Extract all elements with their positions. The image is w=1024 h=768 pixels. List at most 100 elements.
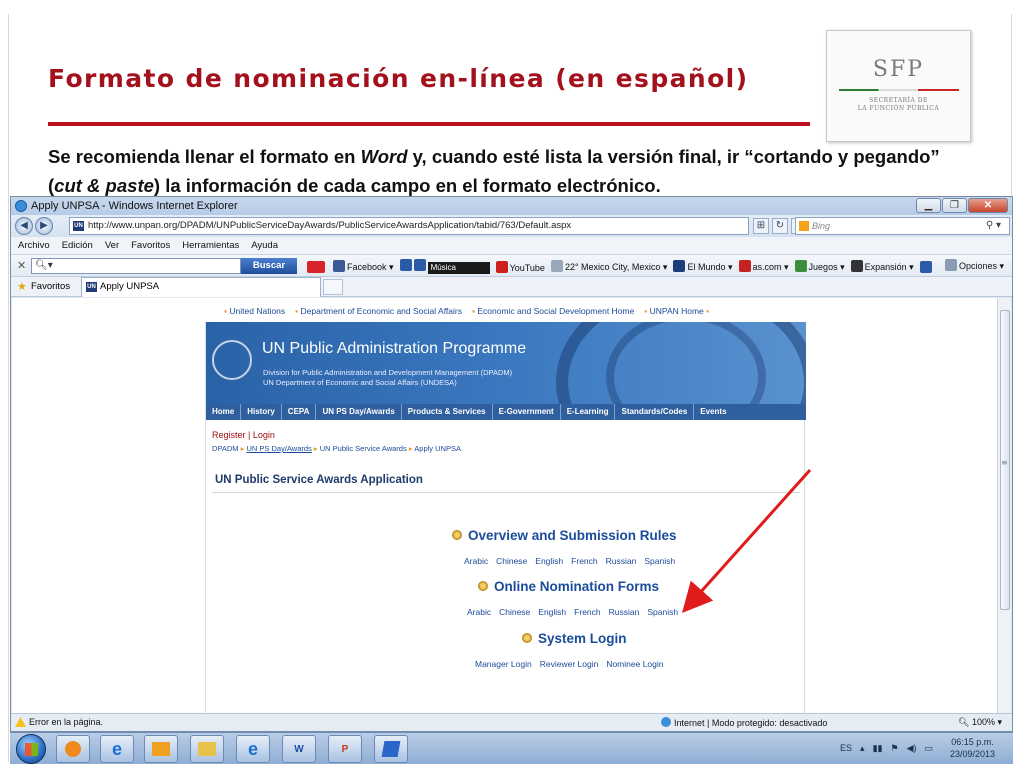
menu-home[interactable]: Home [206, 404, 242, 420]
close-button[interactable]: ✕ [968, 198, 1008, 213]
language-indicator[interactable]: ES [840, 743, 852, 754]
menu-products[interactable]: Products & Services [402, 404, 493, 420]
network-icon[interactable]: ▮▮ [873, 743, 883, 754]
forward-icon[interactable]: ▶ [35, 217, 53, 235]
menu-events[interactable]: Events [694, 404, 732, 420]
more-icon[interactable] [919, 260, 934, 273]
nomination-lang-link[interactable]: Russian [609, 607, 640, 617]
expansion-label: Expansión [864, 262, 907, 272]
overview-lang-link[interactable]: Arabic [464, 556, 488, 566]
outlook-icon[interactable] [144, 735, 178, 763]
back-icon[interactable]: ◀ [15, 217, 33, 235]
tray-arrow-icon[interactable]: ▴ [860, 743, 865, 754]
word-icon[interactable]: W [282, 735, 316, 763]
compat-view-icon[interactable]: ⊞ [753, 218, 769, 234]
address-input[interactable]: UN http://www.unpan.org/DPADM/UNPublicSe… [69, 217, 749, 235]
search-icon[interactable]: ⚲ ▾ [986, 218, 1001, 234]
bing-search-input[interactable]: Bing ⚲ ▾ [795, 217, 1010, 235]
menu-favoritos[interactable]: Favoritos [131, 240, 170, 251]
manager-login-link[interactable]: Manager Login [475, 659, 532, 669]
menu-psday[interactable]: UN PS Day/Awards [316, 404, 402, 420]
refresh-icon[interactable]: ↻ [772, 218, 788, 234]
expansion-button[interactable]: Expansión ▾ [850, 260, 914, 273]
warning-icon[interactable] [15, 717, 26, 727]
ascom-icon [738, 260, 751, 272]
menu-herramientas[interactable]: Herramientas [182, 240, 239, 251]
unpan-favicon: UN [86, 282, 97, 292]
register-link[interactable]: Register [212, 430, 246, 440]
facebook-button[interactable]: Facebook ▾ [333, 260, 394, 273]
notepad-icon[interactable] [374, 735, 408, 763]
crumb-dpadm[interactable]: DPADM [212, 444, 239, 453]
login-link[interactable]: Login [253, 430, 275, 440]
weather-button[interactable]: 22° Mexico City, Mexico ▾ [550, 260, 667, 273]
section-login-title[interactable]: System Login [522, 631, 627, 646]
section-overview-title[interactable]: Overview and Submission Rules [452, 528, 677, 543]
overview-lang-link[interactable]: French [571, 556, 597, 566]
favorites-star-icon[interactable]: ★ [17, 280, 27, 293]
nomination-lang-link[interactable]: Arabic [467, 607, 491, 617]
body-word: Word [360, 146, 408, 167]
nomination-lang-link[interactable]: French [574, 607, 600, 617]
opciones-button[interactable]: Opciones ▾ [944, 259, 1004, 272]
menu-elearning[interactable]: E-Learning [561, 404, 616, 420]
reviewer-login-link[interactable]: Reviewer Login [540, 659, 599, 669]
nomination-spanish-link[interactable]: Spanish [647, 607, 678, 617]
vertical-scrollbar[interactable]: ≡ [997, 298, 1011, 714]
new-tab-button[interactable] [323, 279, 343, 295]
menu-edicion[interactable]: Edición [62, 240, 93, 251]
topnav-item[interactable]: ▪ Economic and Social Development Home [472, 306, 634, 316]
flag-icon[interactable]: ⚑ [890, 743, 898, 754]
volume-icon[interactable]: ◀) [907, 743, 917, 754]
battery-icon[interactable]: ▭ [924, 743, 933, 754]
youtube-button[interactable]: YouTube [495, 260, 545, 273]
overview-lang-link[interactable]: English [535, 556, 563, 566]
youtube-icon [495, 260, 508, 273]
menu-standards[interactable]: Standards/Codes [615, 404, 695, 420]
section-nomination-title[interactable]: Online Nomination Forms [478, 579, 659, 594]
maximize-button[interactable]: ❐ [942, 198, 967, 213]
ascom-button[interactable]: as.com ▾ [738, 260, 789, 273]
media-player-icon[interactable] [56, 735, 90, 763]
toolbar-search-input[interactable]: 🔍︎▾ [31, 258, 241, 274]
start-button[interactable] [16, 734, 46, 764]
opciones-label: Opciones [958, 261, 997, 271]
zoom-level[interactable]: 🔍︎ 100% ▾ [958, 717, 1002, 728]
status-error[interactable]: Error en la página. [29, 717, 103, 727]
menu-archivo[interactable]: Archivo [18, 240, 50, 251]
overview-lang-link[interactable]: Spanish [644, 556, 675, 566]
topnav-item[interactable]: ▪ United Nations [224, 306, 285, 316]
buscar-button[interactable]: Buscar [241, 258, 297, 274]
ie-active-window-icon[interactable]: e [236, 735, 270, 763]
ie-taskbar-icon[interactable]: e [100, 735, 134, 763]
clock[interactable]: 06:15 p.m. 23/09/2013 [950, 736, 995, 760]
title-underline [48, 122, 810, 126]
crumb-awards[interactable]: UN Public Service Awards [320, 444, 407, 453]
juegos-button[interactable]: Juegos ▾ [794, 260, 845, 273]
explorer-folder-icon[interactable] [190, 735, 224, 763]
overview-lang-link[interactable]: Chinese [496, 556, 527, 566]
crumb-psday[interactable]: UN PS Day/Awards [246, 444, 311, 453]
ask-toolbar: ✕ 🔍︎▾ Buscar Facebook ▾ Música YouTube 2… [11, 255, 1012, 277]
music-player[interactable]: Música [399, 259, 490, 274]
powerpoint-icon[interactable]: P [328, 735, 362, 763]
nomination-lang-link[interactable]: English [538, 607, 566, 617]
menu-history[interactable]: History [241, 404, 282, 420]
elmundo-button[interactable]: El Mundo ▾ [673, 260, 733, 273]
favorites-label[interactable]: Favoritos [31, 281, 70, 292]
sfp-logo-line2: LA FUNCIÓN PÚBLICA [857, 105, 940, 112]
window-title: Apply UNPSA - Windows Internet Explorer [31, 200, 238, 212]
tab-apply-unpsa[interactable]: UN Apply UNPSA [81, 277, 321, 297]
menu-cepa[interactable]: CEPA [282, 404, 317, 420]
overview-lang-link[interactable]: Russian [606, 556, 637, 566]
nomination-lang-link[interactable]: Chinese [499, 607, 530, 617]
topnav-item[interactable]: ▪ Department of Economic and Social Affa… [295, 306, 462, 316]
toolbar-close-icon[interactable]: ✕ [17, 259, 26, 272]
nominee-login-link[interactable]: Nominee Login [606, 659, 663, 669]
menu-ver[interactable]: Ver [105, 240, 119, 251]
topnav-item[interactable]: ▪ UNPAN Home ▪ [644, 306, 709, 316]
minimize-button[interactable]: ▁ [916, 198, 941, 213]
menu-egov[interactable]: E-Government [493, 404, 561, 420]
menu-ayuda[interactable]: Ayuda [251, 240, 278, 251]
ask-icon[interactable] [307, 260, 327, 273]
